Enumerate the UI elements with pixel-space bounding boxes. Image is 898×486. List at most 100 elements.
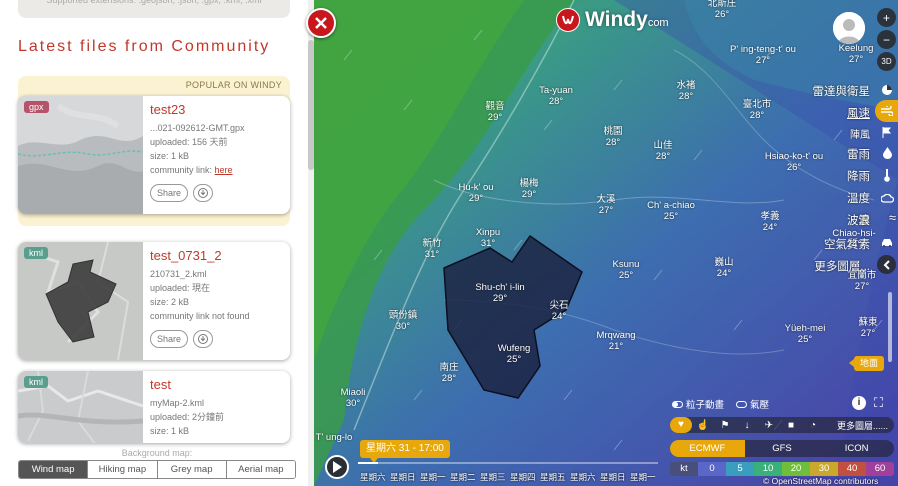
layer-more[interactable]: 更多圖層... [814, 258, 870, 274]
waves-icon[interactable]: ≈ [889, 210, 896, 225]
drop-icon[interactable] [879, 145, 895, 161]
timeline-day[interactable]: 星期五 [540, 471, 570, 483]
user-icon [833, 12, 865, 44]
fullscreen-icon[interactable]: ⛶ [874, 395, 883, 411]
info-button[interactable]: i [852, 396, 866, 410]
wind-layer-selected[interactable] [875, 100, 898, 122]
cloud-icon[interactable] [879, 190, 895, 206]
map-place: Ch' a-chiao 25° [647, 200, 695, 222]
upload-panel: Supported extensions: .geojson, .json, .… [0, 0, 308, 486]
signal-icon[interactable]: ◔ [802, 420, 824, 431]
altitude-surface-tag[interactable]: 地面 [849, 356, 884, 371]
map-place: Shu-ch' i-lin 29° [475, 282, 525, 304]
file-title[interactable]: test [150, 377, 286, 392]
layer-rain[interactable]: 降雨 [847, 168, 870, 184]
timeline-day[interactable]: 星期二 [450, 471, 480, 483]
zoom-in-button[interactable]: + [877, 8, 896, 27]
model-ecmwf[interactable]: ECMWF [670, 440, 745, 457]
file-title[interactable]: test_0731_2 [150, 248, 286, 263]
map-place: Hsiao-ko-t' ou 26° [764, 151, 824, 173]
more-layers-link[interactable]: 更多圖層...... [837, 419, 888, 432]
download-button[interactable] [193, 330, 214, 348]
file-card[interactable]: kml test myMap-2.kml uploaded: 2分鐘前 size… [18, 371, 290, 443]
model-gfs[interactable]: GFS [745, 440, 820, 457]
community-files-heading: Latest files from Community [18, 38, 271, 55]
forecast-model-selector: ECMWF GFS ICON [670, 440, 894, 457]
camera-icon[interactable]: ■ [780, 420, 802, 431]
map-place: 巍山 24° [714, 257, 734, 279]
play-icon [333, 461, 342, 473]
zoom-out-button[interactable]: − [877, 30, 896, 49]
map-place: 南庄 28° [439, 362, 459, 384]
car-icon[interactable] [879, 234, 895, 250]
timeline-track[interactable] [358, 462, 658, 464]
radar-icon[interactable] [879, 82, 895, 98]
wind-icon [880, 106, 893, 116]
layer-wind[interactable]: 風速 [847, 105, 870, 121]
download-button[interactable] [193, 184, 214, 202]
supported-extensions-note: Supported extensions: .geojson, .json, .… [18, 0, 290, 18]
pressure-toggle[interactable]: 氣壓 [736, 397, 769, 411]
quick-layer-bar: ♥ ☝ ⚑ ↓ ✈ ■ ◔ 更多圖層...... [670, 417, 894, 433]
collapse-layers-button[interactable] [877, 255, 896, 274]
timeline-day[interactable]: 星期六 [570, 471, 600, 483]
legend-stop: 5 [726, 462, 754, 476]
layer-temperature[interactable]: 溫度 [847, 190, 870, 206]
community-link-prefix: community link: [150, 165, 215, 175]
layer-gusts[interactable]: 陣風 [850, 126, 870, 141]
hiking-map-button[interactable]: Hiking map [87, 461, 157, 478]
flag-icon[interactable]: ⚑ [714, 420, 736, 431]
timeline-day[interactable]: 星期一 [420, 471, 450, 483]
timeline-day[interactable]: 星期六 [360, 471, 390, 483]
timeline-day[interactable]: 星期三 [480, 471, 510, 483]
wind-map-button[interactable]: Wind map [19, 461, 88, 478]
layer-thunderstorm[interactable]: 雷雨 [847, 146, 870, 162]
background-map-label: Background map: [121, 448, 193, 458]
chevron-left-icon [883, 259, 890, 270]
layer-radar-satellite[interactable]: 雷達與衛星 [813, 83, 871, 99]
map-place: Ksunu 25° [612, 259, 640, 281]
3d-button[interactable]: 3D [877, 52, 896, 71]
map-place: 水褚 28° [676, 80, 696, 102]
play-button[interactable] [325, 455, 349, 479]
timeline-time-bubble[interactable]: 星期六 31 - 17:00 [360, 440, 450, 463]
plane-icon[interactable]: ✈ [758, 420, 780, 431]
flag-icon[interactable] [879, 124, 895, 140]
community-link[interactable]: here [215, 165, 233, 175]
map-place: 臺北市 28° [742, 99, 772, 121]
share-button[interactable]: Share [150, 330, 189, 348]
toggle-switch [736, 400, 748, 408]
aerial-map-button[interactable]: Aerial map [225, 461, 295, 478]
timeline-days: 星期六 星期日 星期一 星期二 星期三 星期四 星期五 星期六 星期日 星期一 [360, 471, 660, 483]
model-icon[interactable]: ICON [819, 440, 894, 457]
close-button[interactable] [306, 8, 336, 38]
share-button[interactable]: Share [150, 184, 189, 202]
windy-logo[interactable]: Windycom [556, 8, 669, 32]
legend-stop: 60 [866, 462, 894, 476]
hand-icon[interactable]: ☝ [692, 420, 714, 431]
map-place: 山佳 28° [653, 140, 673, 162]
file-title[interactable]: test23 [150, 102, 286, 117]
timeline-day[interactable]: 星期一 [630, 471, 660, 483]
timeline-day[interactable]: 星期四 [510, 471, 540, 483]
file-card[interactable]: kml test_0731_2 210731_2.kml uploaded: 現… [18, 242, 290, 360]
wind-speed-legend: kt 0 5 10 20 30 40 60 [670, 462, 894, 476]
file-name: ...021-092612-GMT.gpx [150, 123, 245, 133]
grey-map-button[interactable]: Grey map [156, 461, 226, 478]
timeline-day[interactable]: 星期日 [600, 471, 630, 483]
map-place: P' ing-teng-t' ou 27° [730, 44, 796, 66]
heart-icon[interactable]: ♥ [670, 417, 692, 433]
layer-waves[interactable]: 波浪 [847, 212, 870, 228]
weather-map[interactable]: 北斯庄 26° P' ing-teng-t' ou 27° Ta-yuan 28° 水… [314, 0, 898, 486]
map-attribution[interactable]: © OpenStreetMap contributors [763, 476, 878, 486]
user-avatar[interactable] [833, 12, 865, 44]
thermometer-icon[interactable] [879, 167, 895, 183]
arrow-down-icon[interactable]: ↓ [736, 420, 758, 431]
particles-toggle[interactable]: 粒子動畫 [672, 397, 724, 411]
download-icon [198, 188, 209, 198]
timeline-day[interactable]: 星期日 [390, 471, 420, 483]
timeline-progress [358, 462, 378, 464]
file-card[interactable]: gpx test23 ...021-092612-GMT.gpx uploade… [18, 96, 290, 214]
map-place: Miaoli 30° [340, 387, 366, 409]
altitude-slider[interactable] [888, 292, 892, 362]
